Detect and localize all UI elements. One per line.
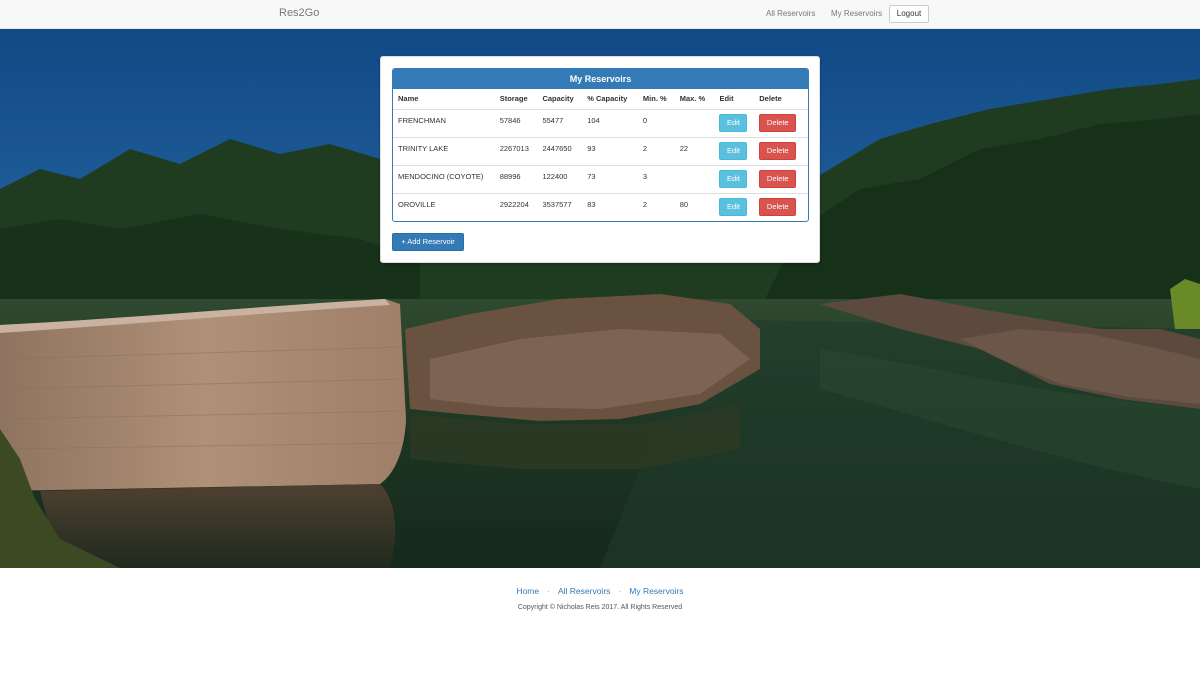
- brand-link[interactable]: Res2Go: [279, 7, 319, 19]
- reservoirs-table: Name Storage Capacity % Capacity Min. % …: [393, 89, 808, 221]
- cell-pct-capacity: 73: [582, 164, 638, 193]
- cell-storage: 88996: [494, 164, 538, 193]
- cell-max: 22: [674, 136, 715, 165]
- cell-pct-capacity: 104: [582, 108, 638, 137]
- col-pct-capacity-header: % Capacity: [582, 89, 638, 110]
- cell-min: 2: [637, 136, 675, 165]
- col-min-header: Min. %: [637, 89, 675, 110]
- cell-min: 3: [637, 164, 675, 193]
- cell-name: MENDOCINO (COYOTE): [393, 164, 495, 193]
- cell-capacity: 2447650: [537, 136, 583, 165]
- nav-all-reservoirs[interactable]: All Reservoirs: [766, 9, 815, 18]
- cell-pct-capacity: 83: [582, 192, 638, 221]
- edit-button[interactable]: Edit: [719, 198, 748, 217]
- footer-separator: ·: [618, 586, 622, 596]
- table-row: TRINITY LAKE 2267013 2447650 93 2 22 Edi…: [393, 136, 808, 165]
- table-row: MENDOCINO (COYOTE) 88996 122400 73 3 Edi…: [393, 164, 808, 193]
- footer-my-reservoirs-link[interactable]: My Reservoirs: [629, 586, 683, 596]
- cell-name: OROVILLE: [393, 192, 495, 221]
- cell-name: FRENCHMAN: [393, 108, 495, 137]
- add-reservoir-button[interactable]: + Add Reservoir: [392, 233, 464, 251]
- cell-capacity: 3537577: [537, 192, 583, 221]
- cell-pct-capacity: 93: [582, 136, 638, 165]
- edit-button[interactable]: Edit: [719, 114, 748, 132]
- footer-home-link[interactable]: Home: [516, 586, 539, 596]
- delete-button[interactable]: Delete: [759, 198, 797, 217]
- nav-my-reservoirs[interactable]: My Reservoirs: [831, 9, 882, 18]
- delete-button[interactable]: Delete: [759, 170, 797, 188]
- my-reservoirs-panel: My Reservoirs Name Storage Capacity % Ca…: [392, 68, 809, 222]
- cell-max: 80: [674, 192, 715, 221]
- delete-button[interactable]: Delete: [759, 114, 797, 132]
- table-row: OROVILLE 2922204 3537577 83 2 80 Edit De…: [393, 192, 808, 221]
- cell-name: TRINITY LAKE: [393, 136, 495, 165]
- col-max-header: Max. %: [674, 89, 715, 110]
- table-row: FRENCHMAN 57846 55477 104 0 Edit Delete: [393, 108, 808, 137]
- footer-links: Home · All Reservoirs · My Reservoirs: [0, 586, 1200, 596]
- cell-storage: 57846: [494, 108, 538, 137]
- cell-storage: 2267013: [494, 136, 538, 165]
- panel-title: My Reservoirs: [393, 69, 808, 89]
- logout-button[interactable]: Logout: [889, 5, 929, 23]
- copyright-text: Copyright © Nicholas Reis 2017. All Righ…: [517, 604, 683, 611]
- col-storage-header: Storage: [494, 89, 538, 110]
- edit-button[interactable]: Edit: [719, 142, 748, 160]
- edit-button[interactable]: Edit: [719, 170, 748, 188]
- col-capacity-header: Capacity: [537, 89, 583, 110]
- cell-min: 2: [637, 192, 675, 221]
- delete-button[interactable]: Delete: [759, 142, 797, 160]
- cell-max: [674, 164, 715, 193]
- col-edit-header: Edit: [714, 89, 755, 110]
- footer-all-reservoirs-link[interactable]: All Reservoirs: [558, 586, 610, 596]
- cell-capacity: 122400: [537, 164, 583, 193]
- cell-storage: 2922204: [494, 192, 538, 221]
- cell-max: [674, 108, 715, 137]
- col-delete-header: Delete: [754, 89, 808, 110]
- col-name-header: Name: [393, 89, 495, 110]
- cell-capacity: 55477: [537, 108, 583, 137]
- reservoirs-card: My Reservoirs Name Storage Capacity % Ca…: [380, 56, 820, 263]
- table-header-row: Name Storage Capacity % Capacity Min. % …: [393, 89, 808, 110]
- footer-separator: ·: [547, 586, 550, 596]
- navbar: Res2Go All Reservoirs My Reservoirs Logo…: [0, 0, 1200, 29]
- cell-min: 0: [637, 108, 675, 137]
